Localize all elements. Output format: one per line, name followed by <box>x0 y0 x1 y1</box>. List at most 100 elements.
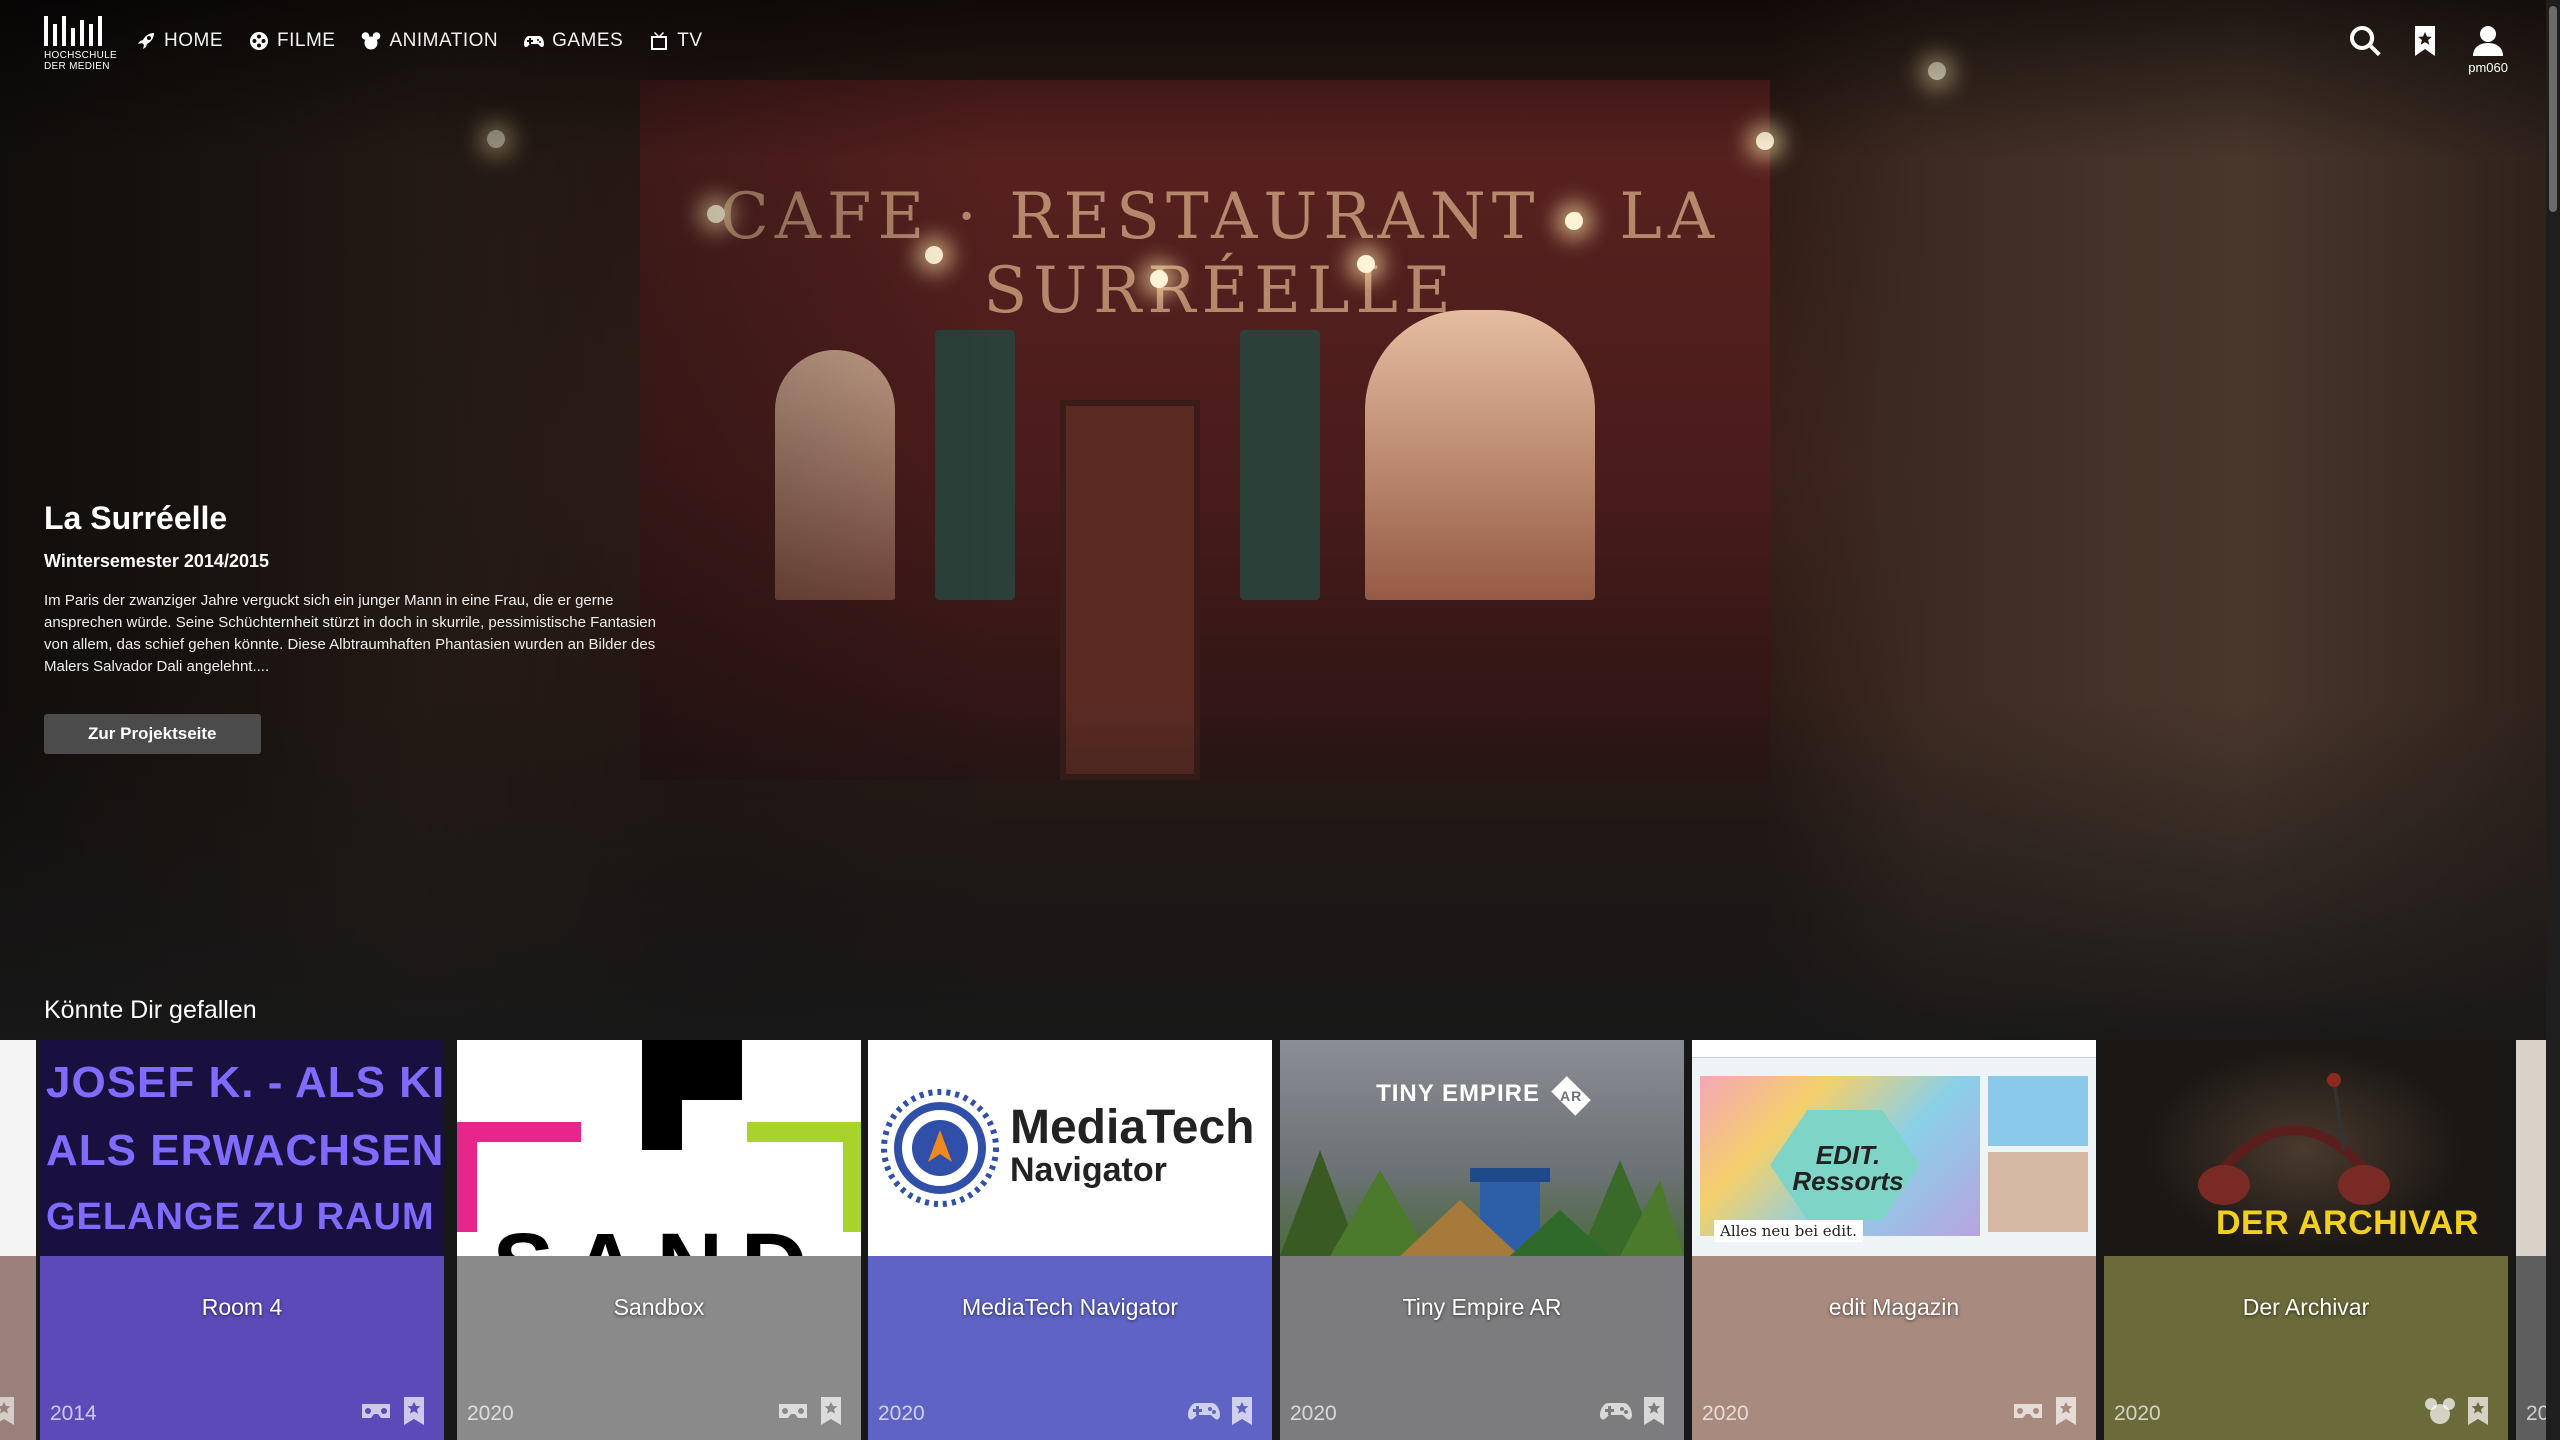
hero-window <box>1365 310 1595 600</box>
username: pm060 <box>2468 60 2508 75</box>
user-menu[interactable]: pm060 <box>2468 24 2508 75</box>
project-card-mediatech-navigator[interactable]: MediaTech Navigator MediaTech Navigator … <box>868 1040 1272 1440</box>
thumb-text: MediaTech <box>1010 1101 1255 1154</box>
user-avatar <box>2471 24 2505 58</box>
card-icons <box>1188 1396 1258 1426</box>
project-card-sandbox[interactable]: SAND Sandbox 2020 <box>457 1040 861 1440</box>
carousel-card-partial-right[interactable]: 20 <box>2516 1040 2546 1440</box>
nav-home-label: HOME <box>164 30 223 51</box>
logo-text-line2: DER MEDIEN <box>44 61 110 72</box>
project-card-room-4[interactable]: JOSEF K. - ALS KIND ( ALS ERWACHSENER I … <box>40 1040 444 1440</box>
thumb-subtext: Alles neu bei edit. <box>1714 1220 1863 1242</box>
search-button[interactable] <box>2348 24 2382 58</box>
project-card-edit-magazin[interactable]: EDIT. Ressorts Alles neu bei edit. edit … <box>1692 1040 2096 1440</box>
hero-description: Im Paris der zwanziger Jahre verguckt si… <box>44 592 656 675</box>
nav-animation-label: ANIMATION <box>389 30 499 51</box>
card-year: 20 <box>2526 1402 2546 1425</box>
bookmark-star-icon[interactable] <box>2050 1396 2082 1426</box>
vr-headset-icon <box>779 1404 807 1418</box>
project-card-der-archivar[interactable]: DER ARCHIVAR Der Archivar 2020 <box>2104 1040 2508 1440</box>
card-info: Room 4 2014 <box>40 1256 444 1440</box>
bookmark-star-icon <box>0 1397 14 1425</box>
bookmark-icon <box>2415 26 2436 56</box>
nav-games-label: GAMES <box>552 30 624 51</box>
thumb-shape <box>457 1122 477 1232</box>
card-thumbnail: JOSEF K. - ALS KIND ( ALS ERWACHSENER I … <box>40 1040 444 1256</box>
bookmark-star-icon[interactable] <box>1638 1396 1670 1426</box>
rocket-icon <box>138 33 154 49</box>
bookmark-star-icon[interactable] <box>398 1396 430 1426</box>
landscape-illustration <box>1280 1150 1684 1256</box>
top-navigation: HOCHSCHULE DER MEDIEN HOME FILME ANIMATI… <box>0 0 2560 90</box>
nav-animation[interactable]: ANIMATION <box>361 30 498 52</box>
nav-games[interactable]: GAMES <box>524 30 623 52</box>
watchlist-button[interactable] <box>2408 24 2442 58</box>
thumb-text: EDIT. Ressorts <box>1792 1140 1904 1196</box>
project-card-tiny-empire-ar[interactable]: TINY EMPIRE AR Tiny Empire AR 2020 <box>1280 1040 1684 1440</box>
nav-right-actions: pm060 <box>2348 24 2508 75</box>
ar-badge: AR <box>1550 1076 1591 1116</box>
search-icon <box>2350 25 2381 57</box>
card-info: Sandbox 2020 <box>457 1256 861 1440</box>
nav-tv[interactable]: TV <box>649 30 702 52</box>
string-light <box>1150 270 1168 288</box>
thumb-panel <box>1988 1076 2088 1146</box>
mouse-head-icon <box>2425 1398 2455 1424</box>
card-title: Room 4 <box>201 1294 283 1320</box>
hero-title: La Surréelle <box>44 500 228 536</box>
hero-subtitle: Wintersemester 2014/2015 <box>44 551 269 571</box>
thumb-text: SAND <box>457 1220 861 1256</box>
card-title: MediaTech Navigator <box>961 1294 1179 1320</box>
card-year: 2020 <box>467 1402 514 1425</box>
thumb-text-line: GELANGE ZU RAUM 4, <box>46 1196 444 1238</box>
gamepad-icon <box>1188 1403 1220 1420</box>
thumb-text: DER ARCHIVAR <box>2216 1204 2479 1242</box>
card-icons <box>1600 1396 1670 1426</box>
string-light <box>1357 255 1375 273</box>
project-page-button[interactable]: Zur Projektseite <box>44 714 261 754</box>
card-year: 2020 <box>1290 1402 1337 1425</box>
bookmark-star-icon[interactable] <box>815 1396 847 1426</box>
thumb-text-line: ALS ERWACHSENER I <box>46 1126 444 1175</box>
card-year: 2020 <box>1702 1402 1749 1425</box>
bookmark-star-icon[interactable] <box>1226 1396 1258 1426</box>
card-info: Tiny Empire AR 2020 <box>1280 1256 1684 1440</box>
mouse-head-icon <box>362 32 381 50</box>
film-reel-icon <box>250 32 268 50</box>
card-thumbnail: TINY EMPIRE AR <box>1280 1040 1684 1256</box>
thumb-text-line: JOSEF K. - ALS KIND ( <box>46 1058 444 1107</box>
nav-home[interactable]: HOME <box>136 30 223 52</box>
hdm-logo[interactable]: HOCHSCHULE DER MEDIEN <box>44 16 118 74</box>
card-thumbnail: EDIT. Ressorts Alles neu bei edit. <box>1692 1040 2096 1256</box>
scrollbar-thumb[interactable] <box>2549 6 2557 212</box>
card-thumbnail: DER ARCHIVAR <box>2104 1040 2508 1256</box>
thumb-shape <box>642 1040 742 1100</box>
hero-window <box>1240 330 1320 600</box>
logo-text: HOCHSCHULE DER MEDIEN <box>44 50 118 72</box>
card-info: MediaTech Navigator 2020 <box>868 1256 1272 1440</box>
card-thumbnail <box>0 1040 36 1256</box>
card-icons <box>2012 1396 2082 1426</box>
string-light <box>1565 212 1583 230</box>
ar-badge-label: AR <box>1559 1088 1582 1104</box>
recommendations-carousel: JOSEF K. - ALS KIND ( ALS ERWACHSENER I … <box>0 1040 2546 1440</box>
vr-headset-icon <box>2014 1404 2042 1418</box>
card-icons <box>360 1396 430 1426</box>
gamepad-icon <box>524 36 545 48</box>
logo-text-line1: HOCHSCHULE <box>44 50 118 61</box>
card-year: 2020 <box>878 1402 925 1425</box>
card-info: edit Magazin 2020 <box>1692 1256 2096 1440</box>
card-title: Der Archivar <box>2242 1294 2370 1320</box>
thumb-panel <box>1988 1152 2088 1232</box>
card-year: 2020 <box>2114 1402 2161 1425</box>
carousel-card-partial-left[interactable] <box>0 1040 36 1440</box>
nav-filme[interactable]: FILME <box>249 30 335 52</box>
page-scrollbar[interactable] <box>2546 0 2560 1440</box>
bookmark-star-icon[interactable] <box>2462 1396 2494 1426</box>
thumb-title: TINY EMPIRE <box>1376 1080 1540 1107</box>
logo-bars-icon <box>44 16 110 46</box>
card-year: 2014 <box>50 1402 97 1425</box>
card-title: edit Magazin <box>1828 1294 1960 1320</box>
card-title: Sandbox <box>613 1294 705 1320</box>
headphones-illustration <box>2198 1073 2390 1205</box>
